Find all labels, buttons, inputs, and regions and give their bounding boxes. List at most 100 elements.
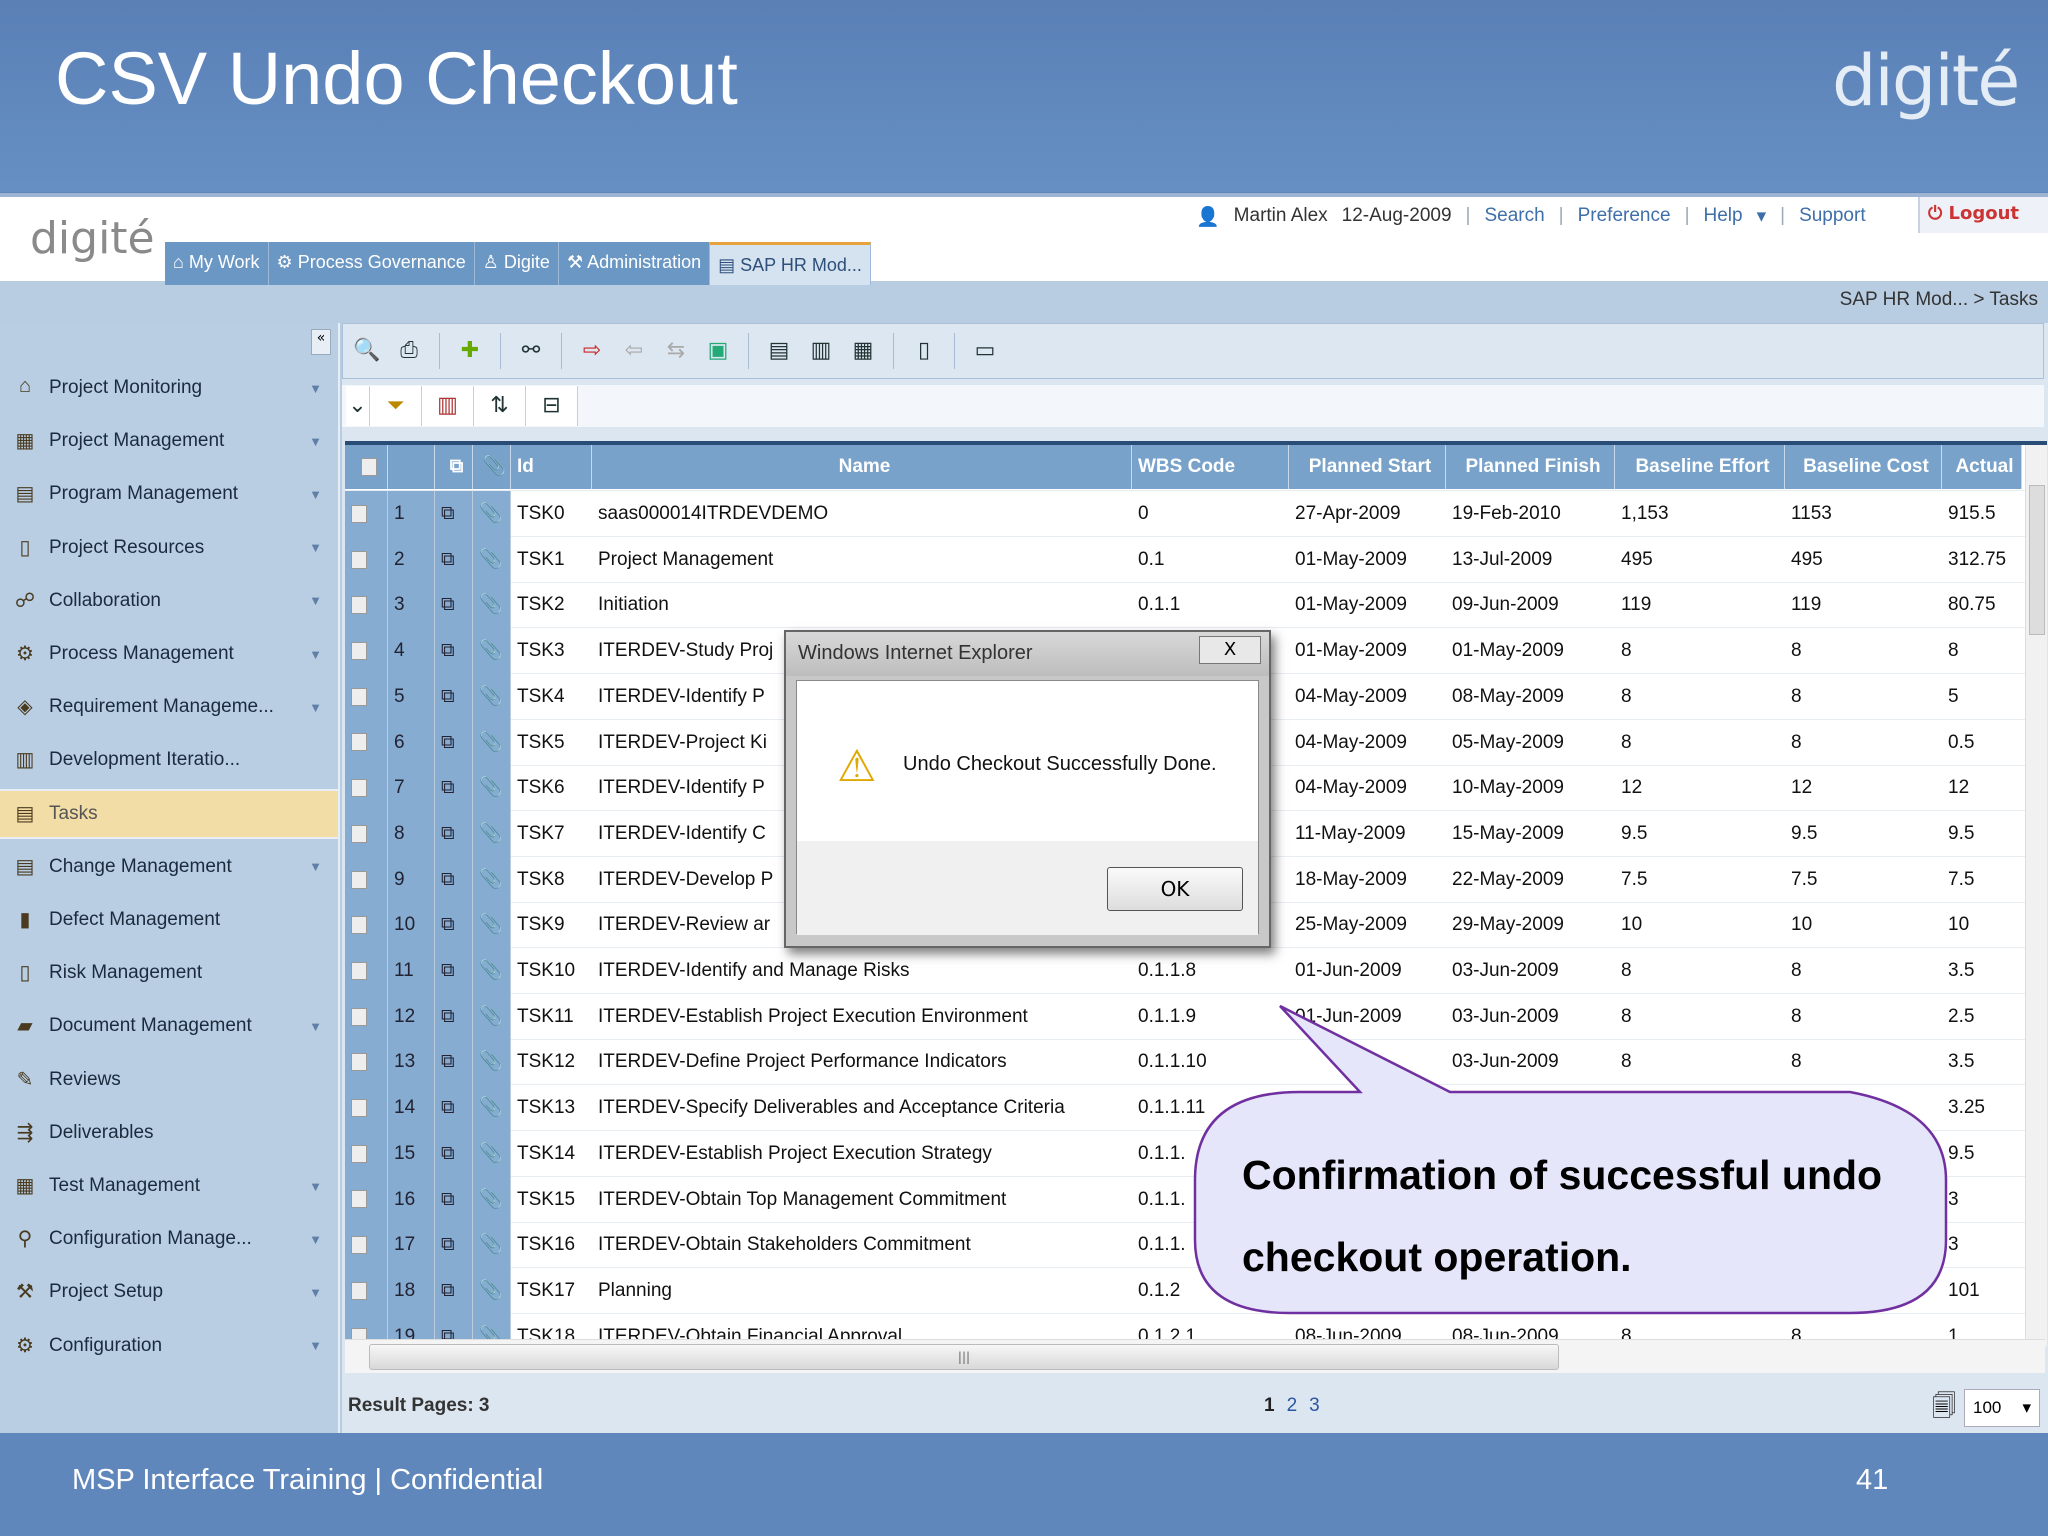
attachment-icon[interactable]: 📎 <box>473 1222 511 1269</box>
vertical-scrollbar[interactable] <box>2025 445 2047 1347</box>
expand-icon[interactable]: ⌄ <box>346 386 370 426</box>
row-select-cell[interactable] <box>345 536 388 583</box>
details-icon[interactable]: ▯ <box>908 334 940 368</box>
row-select-cell[interactable] <box>345 856 388 903</box>
hierarchy-icon[interactable]: ⧉ <box>435 582 473 629</box>
page-link[interactable]: 2 <box>1287 1395 1298 1417</box>
row-select-cell[interactable] <box>345 628 388 675</box>
chevron-down-icon[interactable]: ▼ <box>309 593 322 608</box>
column-header[interactable]: Actual <box>1942 445 2022 489</box>
page-link[interactable]: 3 <box>1309 1395 1320 1417</box>
row-checkbox[interactable] <box>351 824 367 843</box>
row-checkbox[interactable] <box>351 870 367 889</box>
hierarchy-icon[interactable]: ⧉ <box>435 1085 473 1132</box>
checkin-icon[interactable]: ⇦ <box>618 334 650 368</box>
sidebar-item[interactable]: ▥ Development Iteratio... <box>0 735 338 785</box>
row-checkbox[interactable] <box>351 1053 367 1072</box>
chevron-down-icon[interactable]: ▼ <box>309 434 322 449</box>
tab-digite[interactable]: ♙ Digite <box>474 242 559 285</box>
row-checkbox[interactable] <box>351 1236 367 1255</box>
sidebar-item[interactable]: ◈ Requirement Manageme... ▼ <box>0 682 338 732</box>
tab-process-governance[interactable]: ⚙ Process Governance <box>268 242 475 285</box>
page-link[interactable]: 1 <box>1264 1395 1275 1417</box>
horizontal-scrollbar[interactable]: ||| <box>345 1339 2045 1373</box>
chevron-down-icon[interactable]: ▼ <box>309 1019 322 1034</box>
undo-checkout-icon[interactable]: ⇆ <box>660 334 692 368</box>
hierarchy-icon[interactable]: ⧉ <box>435 856 473 903</box>
row-checkbox[interactable] <box>351 687 367 706</box>
row-select-cell[interactable] <box>345 993 388 1040</box>
table-row[interactable]: 14 ⧉ 📎 TSK13 ITERDEV-Specify Deliverables an… <box>345 1085 2045 1132</box>
hierarchy-icon[interactable]: ⧉ <box>435 1222 473 1269</box>
attachment-icon[interactable]: 📎 <box>473 993 511 1040</box>
row-select-cell[interactable] <box>345 1176 388 1223</box>
calendar-icon[interactable]: ▦ <box>847 334 879 368</box>
row-select-cell[interactable] <box>345 582 388 629</box>
search-icon[interactable]: 🔍 <box>351 334 383 368</box>
ok-button[interactable]: OK <box>1107 867 1243 911</box>
attachment-icon[interactable]: 📎 <box>473 1267 511 1314</box>
sidebar-item[interactable]: ▰ Document Management ▼ <box>0 1001 338 1051</box>
attachment-icon[interactable]: 📎 <box>473 628 511 675</box>
table-row[interactable]: 13 ⧉ 📎 TSK12 ITERDEV-Define Project Performa… <box>345 1039 2045 1086</box>
scrollbar-thumb[interactable] <box>2029 485 2045 635</box>
attachment-icon[interactable]: 📎 <box>473 810 511 857</box>
sidebar-item[interactable]: ▮ Defect Management <box>0 895 338 945</box>
sidebar-item[interactable]: ▦ Project Management ▼ <box>0 416 338 466</box>
row-checkbox[interactable] <box>351 504 367 523</box>
row-checkbox[interactable] <box>351 1190 367 1209</box>
chevron-down-icon[interactable]: ▾ <box>1757 205 1767 229</box>
row-select-cell[interactable] <box>345 765 388 812</box>
attachment-icon[interactable]: 📎 <box>473 856 511 903</box>
help-link[interactable]: Help <box>1704 205 1743 229</box>
attachment-icon[interactable]: 📎 <box>473 765 511 812</box>
row-select-cell[interactable] <box>345 1267 388 1314</box>
column-header[interactable]: WBS Code <box>1132 445 1289 489</box>
table-row[interactable]: 2 ⧉ 📎 TSK1 Project Management 0.1 01-May-2009 1… <box>345 536 2045 583</box>
attachment-icon[interactable]: 📎 <box>473 1130 511 1177</box>
attachment-icon[interactable]: 📎 <box>473 1176 511 1223</box>
attachment-icon[interactable]: 📎 <box>473 1039 511 1086</box>
attachment-icon[interactable]: 📎 <box>473 536 511 583</box>
chevron-down-icon[interactable]: ▼ <box>309 1338 322 1353</box>
row-select-cell[interactable] <box>345 1039 388 1086</box>
attachment-icon[interactable]: 📎 <box>473 948 511 994</box>
hierarchy-icon[interactable]: ⧉ <box>435 902 473 949</box>
hierarchy-icon[interactable]: ⧉ <box>435 1039 473 1086</box>
hierarchy-icon[interactable]: ⧉ <box>435 948 473 994</box>
row-select-cell[interactable] <box>345 1130 388 1177</box>
chevron-down-icon[interactable]: ▼ <box>309 700 322 715</box>
preference-link[interactable]: Preference <box>1578 205 1671 229</box>
chevron-down-icon[interactable]: ▼ <box>309 1285 322 1300</box>
sidebar-item[interactable]: ▤ Program Management ▼ <box>0 469 338 519</box>
hierarchy-icon[interactable]: ⧉ <box>435 491 473 537</box>
row-select-cell[interactable] <box>345 948 388 994</box>
sidebar-item[interactable]: ⚒ Project Setup ▼ <box>0 1267 338 1317</box>
sidebar-item[interactable]: ⚲ Configuration Manage... ▼ <box>0 1214 338 1264</box>
checkbox[interactable] <box>361 457 377 476</box>
print-icon[interactable]: ⎙ <box>393 334 425 368</box>
hierarchy-icon[interactable]: ⧉ <box>435 1267 473 1314</box>
attachment-icon[interactable]: 📎 <box>473 582 511 629</box>
logout-button[interactable]: ⏻ Logout <box>1918 197 2048 233</box>
settings-report-icon[interactable]: ▥ <box>805 334 837 368</box>
table-row[interactable]: 11 ⧉ 📎 TSK10 ITERDEV-Identify and Manage Ris… <box>345 948 2045 994</box>
collapse-sidebar-button[interactable]: « <box>311 329 331 355</box>
tab-my-work[interactable]: ⌂ My Work <box>165 242 269 285</box>
table-row[interactable]: 3 ⧉ 📎 TSK2 Initiation 0.1.1 01-May-2009 09-Jun-… <box>345 582 2045 629</box>
find-icon[interactable]: ⚯ <box>515 334 547 368</box>
row-checkbox[interactable] <box>351 596 367 615</box>
report-icon[interactable]: ▤ <box>763 334 795 368</box>
table-row[interactable]: 12 ⧉ 📎 TSK11 ITERDEV-Establish Project Execu… <box>345 993 2045 1040</box>
chevron-down-icon[interactable]: ▼ <box>309 487 322 502</box>
checkout-icon[interactable]: ⇨ <box>576 334 608 368</box>
search-link[interactable]: Search <box>1484 205 1544 229</box>
column-header[interactable]: Id <box>511 445 592 489</box>
row-select-cell[interactable] <box>345 491 388 537</box>
row-checkbox[interactable] <box>351 1099 367 1118</box>
hierarchy-icon[interactable]: ⧉ <box>435 536 473 583</box>
column-header[interactable]: Baseline Cost <box>1785 445 1942 489</box>
row-select-cell[interactable] <box>345 719 388 766</box>
sidebar-item[interactable]: ✎ Reviews <box>0 1055 338 1105</box>
hierarchy-icon[interactable]: ⧉ <box>435 810 473 857</box>
